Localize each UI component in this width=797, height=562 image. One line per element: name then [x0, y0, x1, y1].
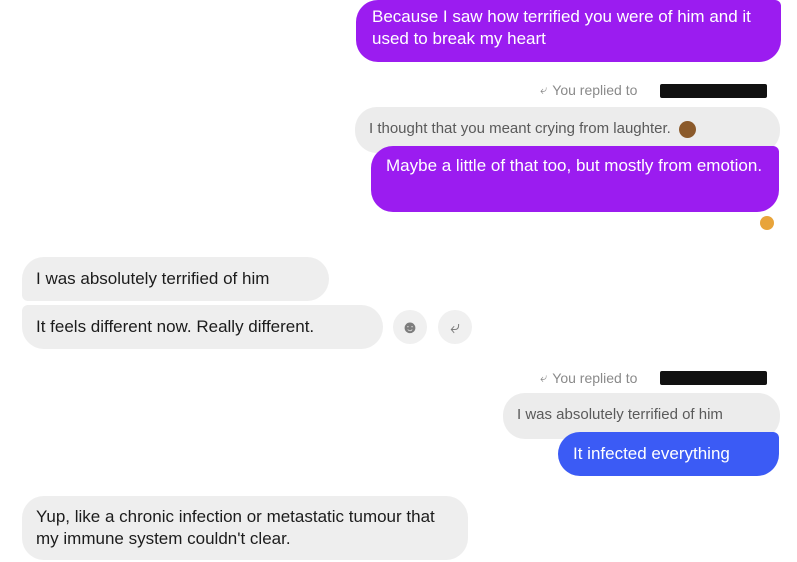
message-text: It infected everything: [573, 444, 730, 463]
message-text: Yup, like a chronic infection or metasta…: [36, 507, 435, 548]
incoming-message-1[interactable]: I was absolutely terrified of him: [22, 257, 329, 301]
redacted-name: [660, 371, 767, 385]
reaction-emoji[interactable]: [760, 216, 774, 230]
outgoing-message-3[interactable]: It infected everything: [558, 432, 779, 476]
outgoing-message-1[interactable]: Because I saw how terrified you were of …: [356, 0, 781, 62]
message-text: It feels different now. Really different…: [36, 317, 315, 336]
smiley-icon: ☻: [400, 316, 420, 337]
outgoing-message-2[interactable]: Maybe a little of that too, but mostly f…: [371, 146, 779, 212]
message-text: Maybe a little of that too, but mostly f…: [386, 156, 763, 175]
react-button[interactable]: ☻: [393, 310, 427, 344]
message-text: Because I saw how terrified you were of …: [372, 7, 751, 48]
incoming-message-3[interactable]: Yup, like a chronic infection or metasta…: [22, 496, 468, 560]
reply-arrow-icon: ⤶: [540, 370, 548, 385]
redacted-name: [660, 84, 767, 98]
message-text: I was absolutely terrified of him: [36, 269, 270, 288]
reply-arrow-icon: ⤶: [540, 82, 548, 97]
replied-to-label-1: ⤶ You replied to: [540, 82, 638, 98]
incoming-message-2[interactable]: It feels different now. Really different…: [22, 305, 383, 349]
reply-icon: ⤶: [449, 316, 461, 337]
see-no-evil-monkey-emoji: [679, 120, 697, 138]
replied-to-label-2: ⤶ You replied to: [540, 370, 638, 386]
reply-button[interactable]: ⤶: [438, 310, 472, 344]
